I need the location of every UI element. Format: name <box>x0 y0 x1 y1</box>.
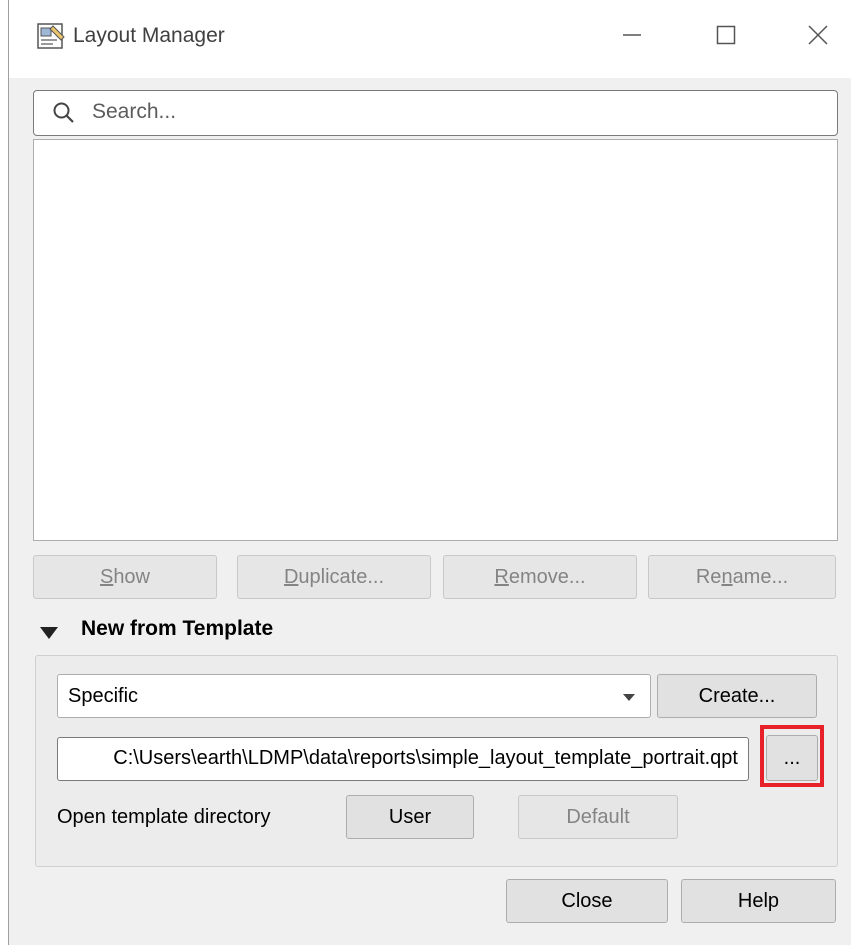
collapse-triangle-icon[interactable] <box>39 625 59 641</box>
layout-manager-icon <box>37 23 65 49</box>
layout-list[interactable] <box>33 139 838 541</box>
rename-button[interactable]: Re n ame... <box>648 555 836 599</box>
chevron-down-icon <box>623 694 635 701</box>
close-window-button[interactable] <box>793 10 843 60</box>
create-button[interactable]: Create... <box>657 674 817 718</box>
remove-label-mnemonic: R <box>494 565 509 588</box>
create-button-label: Create... <box>698 684 776 707</box>
close-icon <box>808 25 828 45</box>
remove-label-suffix: emove... <box>508 565 586 588</box>
search-icon <box>53 102 74 123</box>
window-title: Layout Manager <box>73 24 225 47</box>
rename-label-suffix: ame... <box>732 565 789 588</box>
template-section-title[interactable]: New from Template <box>81 617 273 641</box>
duplicate-button[interactable]: Duplicate... <box>237 555 431 599</box>
show-label-mnemonic: S <box>99 565 114 588</box>
maximize-button[interactable] <box>701 10 751 60</box>
rename-label-prefix: Re <box>695 565 722 588</box>
template-path-input[interactable]: C:\Users\earth\LDMP\data\reports\simple_… <box>57 737 749 781</box>
show-button[interactable]: Show <box>33 555 217 599</box>
open-template-directory-label: Open template directory <box>57 806 271 828</box>
title-bar: Layout Manager <box>9 0 851 78</box>
close-button-label: Close <box>561 889 613 912</box>
user-dir-button[interactable]: User <box>346 795 474 839</box>
default-dir-button[interactable]: Default <box>518 795 678 839</box>
default-button-label: Default <box>566 805 630 828</box>
remove-button[interactable]: Remove... <box>443 555 637 599</box>
template-path-value: C:\Users\earth\LDMP\data\reports\simple_… <box>113 747 738 769</box>
highlight-box <box>760 725 824 787</box>
search-placeholder: Search... <box>92 100 177 123</box>
show-label-suffix: how <box>113 565 151 588</box>
help-button[interactable]: Help <box>681 879 836 923</box>
search-input[interactable]: Search... <box>33 90 838 136</box>
template-type-select[interactable]: Specific <box>57 674 651 718</box>
maximize-icon <box>716 25 736 45</box>
minimize-button[interactable] <box>607 10 657 60</box>
help-button-label: Help <box>737 889 780 912</box>
minimize-icon <box>623 34 641 36</box>
duplicate-label-mnemonic: D <box>283 565 299 588</box>
user-button-label: User <box>388 805 432 828</box>
rename-label-mnemonic: n <box>721 565 733 588</box>
layout-manager-dialog: Layout Manager Search... Show Duplicate.… <box>8 0 851 945</box>
template-type-value: Specific <box>68 685 139 707</box>
close-button[interactable]: Close <box>506 879 668 923</box>
duplicate-label-suffix: uplicate... <box>298 565 385 588</box>
